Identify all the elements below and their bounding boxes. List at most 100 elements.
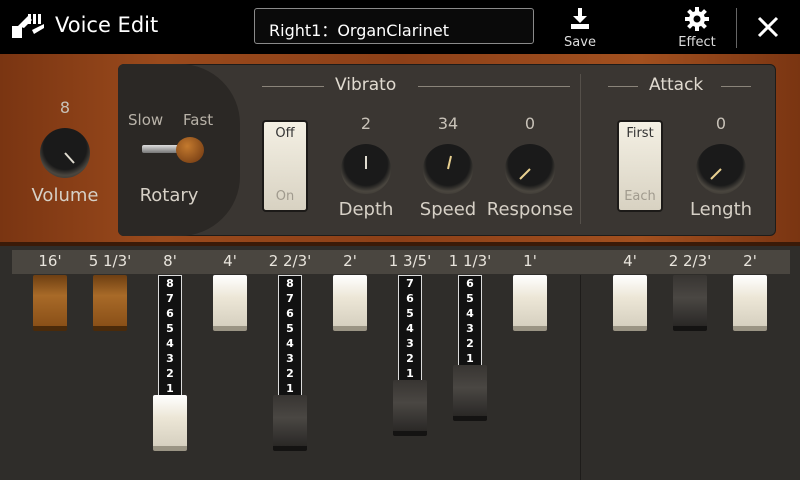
rotary-label: Rotary xyxy=(139,185,199,206)
drawbar-shaft: 7 6 5 4 3 2 1 xyxy=(398,275,422,382)
voice-name-text: Right1：OrganClarinet xyxy=(269,21,450,40)
drawbar-shaft: 8 7 6 5 4 3 2 1 xyxy=(278,275,302,397)
drawbar-cap[interactable] xyxy=(93,275,127,331)
rotary-slow-label: Slow xyxy=(128,111,164,129)
drawbar-footage-label: 8' xyxy=(163,252,177,270)
drawbar-level-number: 6 xyxy=(466,277,474,290)
effect-button[interactable]: Effect xyxy=(672,6,722,52)
length-knob[interactable] xyxy=(696,144,746,194)
response-knob-indicator xyxy=(519,168,531,180)
speed-knob[interactable] xyxy=(423,144,473,194)
attack-divider xyxy=(580,74,581,224)
drawbar-level-number: 2 xyxy=(166,367,174,380)
organ-hand-icon xyxy=(12,14,44,38)
depth-knob[interactable] xyxy=(341,144,391,194)
drawbar-level-number: 5 xyxy=(406,307,414,320)
length-label: Length xyxy=(689,199,753,220)
page-title: Voice Edit xyxy=(55,13,159,37)
close-icon[interactable] xyxy=(756,15,780,39)
drawbar-level-number: 4 xyxy=(406,322,414,335)
drawbar-footage-label: 1 1/3' xyxy=(448,252,492,270)
drawbar-cap[interactable] xyxy=(673,275,707,331)
drawbar-level-number: 4 xyxy=(286,337,294,350)
drawbar-footage-label: 4' xyxy=(223,252,237,270)
effect-label: Effect xyxy=(678,35,716,50)
drawbar-footage-label: 2 2/3' xyxy=(668,252,712,270)
drawbar-cap[interactable] xyxy=(733,275,767,331)
depth-value: 2 xyxy=(360,114,372,133)
drawbar-level-number: 5 xyxy=(286,322,294,335)
drawbar-level-number: 3 xyxy=(466,322,474,335)
gear-icon xyxy=(685,7,709,31)
drawbar-level-number: 7 xyxy=(406,277,414,290)
drawbar-level-number: 1 xyxy=(466,352,474,365)
speed-label: Speed xyxy=(419,199,477,220)
voice-name-field[interactable]: Right1：OrganClarinet xyxy=(254,8,534,44)
save-button[interactable]: Save xyxy=(560,6,600,52)
drawbar-level-number: 4 xyxy=(466,307,474,320)
attack-first-label: First xyxy=(626,126,654,141)
drawbar-cap[interactable] xyxy=(273,395,307,451)
drawbar-level-number: 8 xyxy=(166,277,174,290)
drawbar-footage-label: 2' xyxy=(343,252,357,270)
drawbar-level-number: 3 xyxy=(166,352,174,365)
drawbar-footage-label: 1 3/5' xyxy=(388,252,432,270)
response-value: 0 xyxy=(524,114,536,133)
header-bar: Voice Edit Right1：OrganClarinet Save Eff… xyxy=(0,0,800,54)
drawbar-footage-label: 16' xyxy=(38,252,62,270)
drawbar-level-number: 1 xyxy=(406,367,414,380)
length-value: 0 xyxy=(715,114,727,133)
attack-title-line-right xyxy=(721,86,751,87)
volume-label: Volume xyxy=(31,185,99,206)
drawbar-shaft: 8 7 6 5 4 3 2 1 xyxy=(158,275,182,397)
drawbar-divider xyxy=(580,275,581,480)
drawbar-level-number: 8 xyxy=(286,277,294,290)
drawbar-level-number: 1 xyxy=(166,382,174,395)
drawbar-level-number: 2 xyxy=(406,352,414,365)
drawbar-footage-label: 2' xyxy=(743,252,757,270)
drawbar-level-number: 2 xyxy=(466,337,474,350)
drawbar-shaft: 6 5 4 3 2 1 xyxy=(458,275,482,367)
drawbar-level-number: 3 xyxy=(286,352,294,365)
drawbar-cap[interactable] xyxy=(153,395,187,451)
depth-knob-indicator xyxy=(365,156,367,169)
attack-toggle[interactable]: First Each xyxy=(617,120,663,212)
save-icon xyxy=(571,8,589,29)
drawbar-cap[interactable] xyxy=(213,275,247,331)
drawbar-level-number: 6 xyxy=(166,307,174,320)
vibrato-title-line-left xyxy=(262,86,324,87)
drawbar-cap[interactable] xyxy=(33,275,67,331)
response-label: Response xyxy=(486,199,574,220)
drawbar-level-number: 6 xyxy=(286,307,294,320)
vibrato-title-line-right xyxy=(418,86,570,87)
drawbar-level-number: 6 xyxy=(406,292,414,305)
drawbar-level-number: 7 xyxy=(286,292,294,305)
drawbar-level-number: 2 xyxy=(286,367,294,380)
speed-knob-indicator xyxy=(447,155,452,170)
response-knob[interactable] xyxy=(505,144,555,194)
drawbar-footage-label: 2 2/3' xyxy=(268,252,312,270)
attack-each-label: Each xyxy=(624,189,656,204)
drawbar-level-number: 1 xyxy=(286,382,294,395)
drawbar-level-number: 7 xyxy=(166,292,174,305)
rotary-fast-label: Fast xyxy=(183,111,214,129)
vibrato-title: Vibrato xyxy=(335,75,397,95)
speed-value: 34 xyxy=(437,114,459,133)
drawbar-cap[interactable] xyxy=(613,275,647,331)
vibrato-toggle[interactable]: Off On xyxy=(262,120,308,212)
drawbar-cap[interactable] xyxy=(393,380,427,436)
volume-knob[interactable] xyxy=(40,128,90,178)
volume-knob-indicator xyxy=(64,152,75,164)
depth-label: Depth xyxy=(338,199,394,220)
drawbar-cap[interactable] xyxy=(453,365,487,421)
volume-value: 8 xyxy=(59,98,71,117)
length-knob-indicator xyxy=(710,168,722,180)
drawbar-cap[interactable] xyxy=(513,275,547,331)
vibrato-on-label: On xyxy=(275,189,295,204)
drawbar-level-number: 5 xyxy=(466,292,474,305)
attack-title: Attack xyxy=(649,75,704,95)
vibrato-off-label: Off xyxy=(275,126,295,141)
drawbar-level-number: 5 xyxy=(166,322,174,335)
rotary-switch-knob[interactable] xyxy=(176,137,204,163)
drawbar-cap[interactable] xyxy=(333,275,367,331)
